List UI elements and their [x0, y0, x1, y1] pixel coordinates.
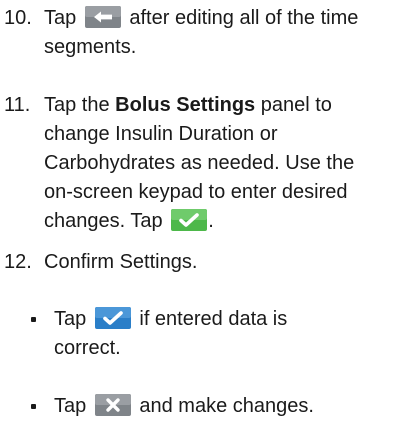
- step-11-line-1: Tap the Bolus Settings panel to: [44, 91, 404, 120]
- list-item: Tap if entered data is correct.: [30, 305, 400, 363]
- step-text: Tap: [54, 395, 87, 417]
- blue-check-icon: [94, 307, 131, 329]
- step-text: and make changes.: [139, 395, 314, 417]
- step-12: 12. Confirm Settings.: [4, 248, 404, 277]
- step-number: 11.: [4, 94, 31, 116]
- step-text: .: [208, 210, 214, 232]
- step-number: 12.: [4, 251, 32, 273]
- step-11: 11. Tap the Bolus Settings panel to chan…: [4, 91, 404, 236]
- back-arrow-icon: [84, 6, 121, 28]
- green-check-icon: [171, 209, 208, 231]
- bullet-icon: [31, 317, 36, 322]
- step-text: if entered data is: [139, 308, 288, 330]
- bolus-settings-label: Bolus Settings: [115, 94, 256, 116]
- step-11-line-2: change Insulin Duration or: [44, 123, 278, 145]
- list-item: Tap and make changes.: [30, 392, 400, 421]
- x-icon: [94, 394, 131, 416]
- step-number: 10.: [4, 7, 32, 29]
- step-text: panel to: [260, 94, 332, 116]
- step-10: 10. Tap after editing all of the time se…: [4, 4, 404, 62]
- bullet-line-1: Tap if entered data is: [54, 305, 400, 334]
- step-text: after editing all of the time: [129, 7, 359, 29]
- step-11-line-5: changes. Tap .: [44, 207, 404, 236]
- step-text: Tap: [54, 308, 87, 330]
- step-text: changes. Tap: [44, 210, 163, 232]
- step-11-line-3: Carbohydrates as needed. Use the: [44, 152, 355, 174]
- step-10-line-1: Tap after editing all of the time: [44, 4, 404, 33]
- bullet-icon: [31, 404, 36, 409]
- confirm-options-list: Tap if entered data is correct. Tap and …: [30, 305, 400, 421]
- step-12-line-1: Confirm Settings.: [44, 251, 198, 273]
- step-10-line-2: segments.: [44, 36, 137, 58]
- step-11-line-4: on-screen keypad to enter desired: [44, 181, 348, 203]
- bullet-line-2: correct.: [54, 337, 121, 359]
- step-text: Tap the: [44, 94, 110, 116]
- step-text: Tap: [44, 7, 77, 29]
- bullet-line-1: Tap and make changes.: [54, 392, 400, 421]
